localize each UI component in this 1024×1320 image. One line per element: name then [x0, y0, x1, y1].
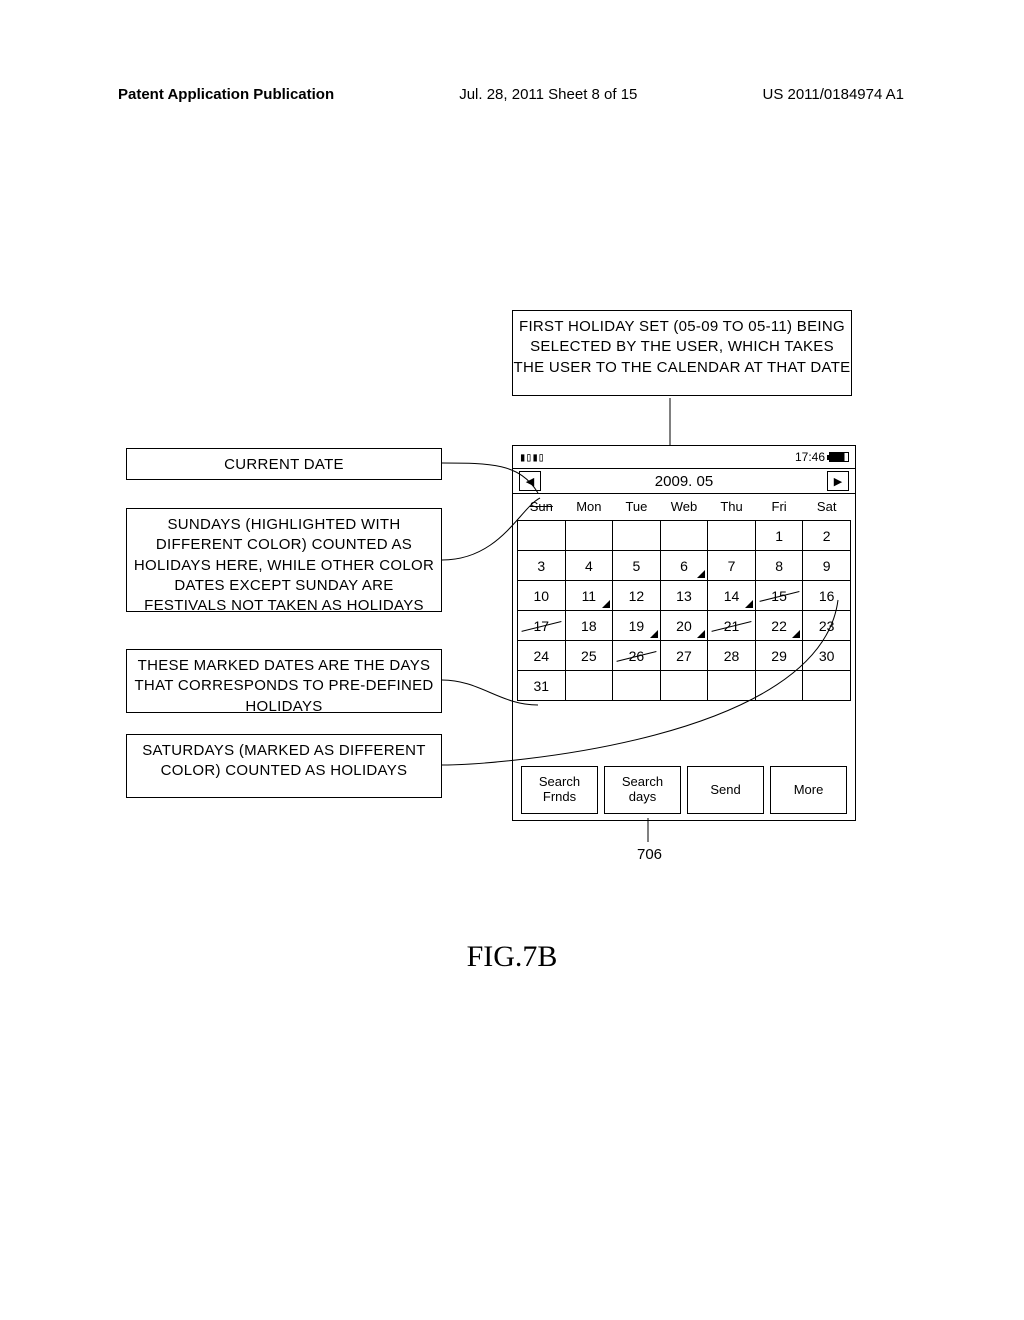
calendar-cell[interactable]: 2: [803, 521, 851, 551]
status-time: 17:46: [795, 450, 825, 464]
holiday-marker-icon: [697, 630, 705, 638]
weekday-sat: Sat: [803, 497, 851, 521]
calendar-cell[interactable]: 22: [755, 611, 803, 641]
calendar-cell: [708, 671, 756, 701]
month-label: 2009. 05: [655, 473, 713, 490]
calendar-cell[interactable]: 14: [708, 581, 756, 611]
weekday-sun: Sun: [518, 497, 566, 521]
holiday-marker-icon: [792, 630, 800, 638]
ref-706: 706: [637, 846, 662, 863]
calendar-cell[interactable]: 29: [755, 641, 803, 671]
softkey-search-frnds[interactable]: Search Frnds: [521, 766, 598, 814]
calendar-cell[interactable]: 31: [518, 671, 566, 701]
calendar-cell[interactable]: 6: [660, 551, 708, 581]
weekday-web: Web: [660, 497, 708, 521]
calendar-cell[interactable]: 15: [755, 581, 803, 611]
calendar-cell[interactable]: 23: [803, 611, 851, 641]
holiday-marker-icon: [650, 630, 658, 638]
calendar-cell[interactable]: 11: [565, 581, 613, 611]
weekday-row: Sun Mon Tue Web Thu Fri Sat: [518, 497, 851, 521]
prev-month-button[interactable]: ◀: [519, 471, 541, 491]
calendar-cell: [755, 671, 803, 701]
calendar-row: 12: [518, 521, 851, 551]
annotation-current-date: CURRENT DATE: [126, 448, 442, 480]
calendar-cell: [613, 521, 661, 551]
calendar-cell[interactable]: 7: [708, 551, 756, 581]
weekday-fri: Fri: [755, 497, 803, 521]
header-left: Patent Application Publication: [118, 86, 334, 103]
calendar-cell[interactable]: 4: [565, 551, 613, 581]
calendar-row: 3456789: [518, 551, 851, 581]
calendar-cell[interactable]: 8: [755, 551, 803, 581]
calendar-cell[interactable]: 17: [518, 611, 566, 641]
calendar-cell[interactable]: 21: [708, 611, 756, 641]
annotation-marked-dates: THESE MARKED DATES ARE THE DAYS THAT COR…: [126, 649, 442, 713]
annotation-sundays: SUNDAYS (HIGHLIGHTED WITH DIFFERENT COLO…: [126, 508, 442, 612]
calendar-cell: [660, 671, 708, 701]
calendar-cell: [613, 671, 661, 701]
annotation-saturdays: SATURDAYS (MARKED AS DIFFERENT COLOR) CO…: [126, 734, 442, 798]
calendar-cell[interactable]: 24: [518, 641, 566, 671]
calendar-cell[interactable]: 10: [518, 581, 566, 611]
holiday-marker-icon: [602, 600, 610, 608]
calendar: Sun Mon Tue Web Thu Fri Sat 123456789101…: [513, 494, 855, 701]
calendar-cell[interactable]: 28: [708, 641, 756, 671]
calendar-table: Sun Mon Tue Web Thu Fri Sat 123456789101…: [517, 497, 851, 701]
calendar-cell[interactable]: 1: [755, 521, 803, 551]
holiday-marker-icon: [697, 570, 705, 578]
calendar-cell[interactable]: 13: [660, 581, 708, 611]
calendar-cell: [660, 521, 708, 551]
calendar-cell[interactable]: 25: [565, 641, 613, 671]
calendar-row: 10111213141516: [518, 581, 851, 611]
header-mid: Jul. 28, 2011 Sheet 8 of 15: [459, 86, 637, 103]
calendar-cell[interactable]: 27: [660, 641, 708, 671]
calendar-cell: [803, 671, 851, 701]
calendar-cell[interactable]: 9: [803, 551, 851, 581]
weekday-tue: Tue: [613, 497, 661, 521]
calendar-row: 31: [518, 671, 851, 701]
calendar-cell[interactable]: 12: [613, 581, 661, 611]
header-right: US 2011/0184974 A1: [762, 86, 904, 103]
softkey-more[interactable]: More: [770, 766, 847, 814]
annotation-top: FIRST HOLIDAY SET (05-09 TO 05-11) BEING…: [512, 310, 852, 396]
softkey-send[interactable]: Send: [687, 766, 764, 814]
softkey-row: Search Frnds Search days Send More: [521, 766, 847, 814]
calendar-row: 17181920212223: [518, 611, 851, 641]
status-bar: ▮▯▮▯ 17:46: [513, 446, 855, 468]
calendar-cell[interactable]: 16: [803, 581, 851, 611]
softkey-search-days[interactable]: Search days: [604, 766, 681, 814]
phone-screen: ▮▯▮▯ 17:46 ◀ 2009. 05 ▶ Sun Mon Tue Web …: [512, 445, 856, 821]
calendar-cell[interactable]: 18: [565, 611, 613, 641]
calendar-cell: [565, 671, 613, 701]
weekday-mon: Mon: [565, 497, 613, 521]
calendar-cell: [708, 521, 756, 551]
calendar-cell: [518, 521, 566, 551]
battery-icon: [829, 452, 849, 462]
calendar-cell: [565, 521, 613, 551]
figure-caption: FIG.7B: [0, 940, 1024, 974]
calendar-cell[interactable]: 30: [803, 641, 851, 671]
calendar-row: 24252627282930: [518, 641, 851, 671]
calendar-cell[interactable]: 19: [613, 611, 661, 641]
signal-icon: ▮▯▮▯: [519, 450, 544, 464]
next-month-button[interactable]: ▶: [827, 471, 849, 491]
month-nav: ◀ 2009. 05 ▶: [513, 468, 855, 494]
page-header: Patent Application Publication Jul. 28, …: [0, 86, 1024, 103]
calendar-cell[interactable]: 20: [660, 611, 708, 641]
calendar-cell[interactable]: 5: [613, 551, 661, 581]
holiday-marker-icon: [745, 600, 753, 608]
weekday-thu: Thu: [708, 497, 756, 521]
calendar-cell[interactable]: 26: [613, 641, 661, 671]
calendar-cell[interactable]: 3: [518, 551, 566, 581]
